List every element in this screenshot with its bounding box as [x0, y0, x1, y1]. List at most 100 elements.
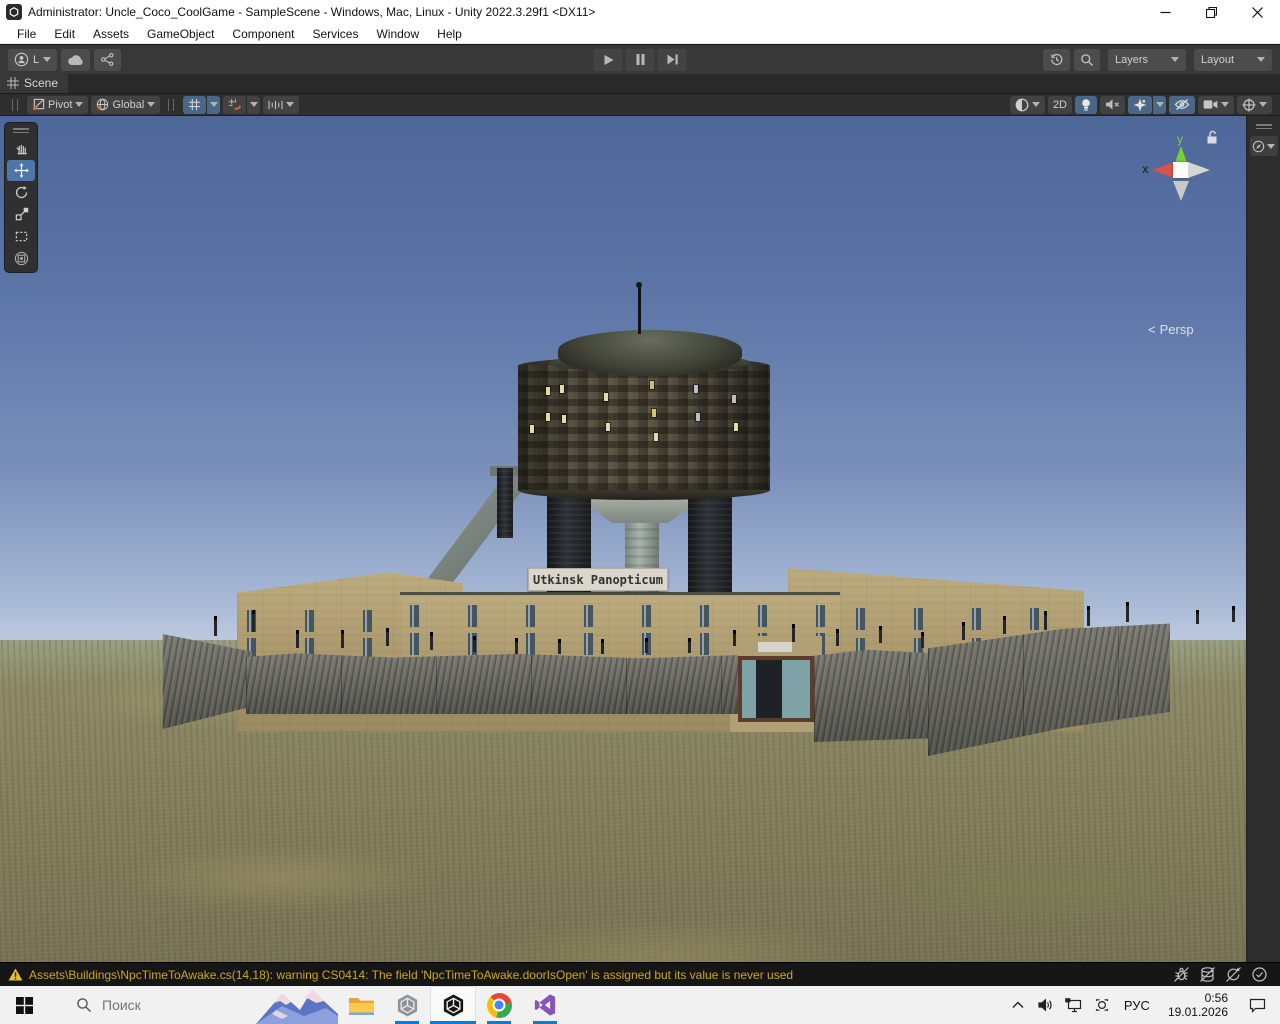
- windows-taskbar: РУС 0:56 19.01.2026: [0, 986, 1280, 1024]
- chevron-down-icon: [1267, 143, 1275, 149]
- cloud-button[interactable]: [61, 48, 91, 71]
- pivot-mode-button[interactable]: Pivot: [27, 95, 89, 114]
- minimize-button[interactable]: [1142, 0, 1188, 24]
- overlay-strip-handle[interactable]: [1255, 124, 1272, 129]
- taskbar-unity-editor[interactable]: [430, 986, 476, 1024]
- language-indicator[interactable]: РУС: [1118, 998, 1156, 1013]
- restore-button[interactable]: [1188, 0, 1234, 24]
- chevron-up-icon: [1012, 1001, 1024, 1008]
- step-button[interactable]: [657, 48, 687, 71]
- transform-tool-button[interactable]: [7, 248, 35, 269]
- scene-viewport[interactable]: Utkinsk Panopticum y x < Persp: [0, 116, 1280, 962]
- taskbar-unity-hub[interactable]: [384, 986, 430, 1024]
- axis-z-cone[interactable]: [1188, 162, 1210, 178]
- menu-help[interactable]: Help: [428, 24, 471, 44]
- status-bar[interactable]: Assets\Buildings\NpcTimeToAwake.cs(14,18…: [0, 962, 1280, 986]
- widgets-button[interactable]: [256, 986, 338, 1024]
- action-center-button[interactable]: [1240, 986, 1274, 1024]
- taskbar-file-explorer[interactable]: [338, 986, 384, 1024]
- tool-strip-handle[interactable]: [13, 128, 29, 133]
- account-button[interactable]: L: [8, 48, 58, 71]
- light-bulb-icon: [1082, 98, 1090, 111]
- gizmos-dropdown[interactable]: [1237, 95, 1272, 114]
- 2d-toggle[interactable]: 2D: [1047, 95, 1072, 114]
- shading-mode-dropdown[interactable]: [1009, 95, 1045, 114]
- speaker-icon: [1038, 998, 1052, 1012]
- search-button[interactable]: [1074, 48, 1100, 71]
- gizmo-center-cube[interactable]: [1173, 162, 1189, 178]
- grid-visibility-toggle[interactable]: [183, 95, 207, 114]
- file-explorer-icon: [349, 997, 374, 1015]
- taskbar-search[interactable]: [48, 986, 256, 1024]
- collab-button[interactable]: [94, 48, 122, 71]
- scene-lighting-toggle[interactable]: [1075, 95, 1097, 114]
- window-title: Administrator: Uncle_Coco_CoolGame - Sam…: [28, 5, 596, 19]
- console-warning-message[interactable]: Assets\Buildings\NpcTimeToAwake.cs(14,18…: [29, 968, 793, 982]
- taskbar-search-input[interactable]: [102, 997, 242, 1013]
- tower-cap: [558, 330, 742, 376]
- screen-record-button[interactable]: [1090, 986, 1114, 1024]
- undo-history-button[interactable]: [1043, 48, 1070, 71]
- play-icon: [604, 54, 613, 65]
- rect-tool-button[interactable]: [7, 226, 35, 247]
- layers-dropdown[interactable]: Layers: [1108, 48, 1186, 71]
- lamp-post: [1003, 616, 1006, 634]
- lamp-post: [1044, 611, 1047, 630]
- move-tool-button[interactable]: [7, 160, 35, 181]
- debugger-detached-icon[interactable]: [1173, 966, 1190, 983]
- cache-server-disconnected-icon[interactable]: [1199, 966, 1216, 983]
- overlay-handle[interactable]: [168, 98, 175, 111]
- lamp-post: [879, 626, 882, 643]
- tray-expand-button[interactable]: [1006, 986, 1030, 1024]
- menu-window[interactable]: Window: [367, 24, 428, 44]
- snap-menu[interactable]: [247, 95, 261, 114]
- lamp-post: [921, 632, 924, 648]
- lamp-post: [296, 630, 299, 648]
- network-button[interactable]: [1062, 986, 1086, 1024]
- axis-x-cone[interactable]: [1152, 162, 1174, 178]
- orientation-gizmo[interactable]: y x < Persp: [1130, 126, 1240, 356]
- overlay-handle[interactable]: [12, 98, 18, 111]
- taskbar-visual-studio[interactable]: [522, 986, 568, 1024]
- global-mode-button[interactable]: Global: [91, 95, 161, 114]
- menu-services[interactable]: Services: [303, 24, 367, 44]
- snap-toggle[interactable]: [223, 95, 247, 114]
- clock[interactable]: 0:56 19.01.2026: [1160, 991, 1236, 1019]
- tab-scene[interactable]: Scene: [0, 73, 69, 93]
- gizmos-icon: [1242, 98, 1256, 111]
- menu-file[interactable]: File: [8, 24, 45, 44]
- unity-hub-icon: [397, 993, 417, 1017]
- hand-icon: [16, 144, 27, 155]
- menu-bar: File Edit Assets GameObject Component Se…: [0, 24, 1280, 44]
- activity-check-icon[interactable]: [1251, 966, 1268, 983]
- close-button[interactable]: [1234, 0, 1280, 24]
- snap-increment-button[interactable]: [263, 95, 300, 114]
- play-button[interactable]: [593, 48, 623, 71]
- volume-button[interactable]: [1034, 986, 1058, 1024]
- layout-dropdown[interactable]: Layout: [1194, 48, 1272, 71]
- scale-tool-button[interactable]: [7, 204, 35, 225]
- effects-menu[interactable]: [1153, 95, 1166, 114]
- title-bar[interactable]: Administrator: Uncle_Coco_CoolGame - Sam…: [0, 0, 1280, 24]
- projection-mode[interactable]: < Persp: [1148, 322, 1194, 337]
- axis-neg-y-cone[interactable]: [1173, 181, 1189, 201]
- refresh-paused-icon[interactable]: [1225, 966, 1242, 983]
- scene-visibility-toggle[interactable]: [1169, 95, 1195, 114]
- effects-toggle[interactable]: [1128, 95, 1152, 114]
- menu-component[interactable]: Component: [223, 24, 303, 44]
- lamp-post: [214, 616, 217, 636]
- view-options-button[interactable]: [1249, 136, 1278, 156]
- hand-tool-button[interactable]: [7, 138, 35, 159]
- taskbar-chrome[interactable]: [476, 986, 522, 1024]
- menu-gameobject[interactable]: GameObject: [138, 24, 223, 44]
- pause-button[interactable]: [625, 48, 655, 71]
- axis-lock-icon[interactable]: [1206, 130, 1219, 145]
- menu-assets[interactable]: Assets: [84, 24, 138, 44]
- grid-visibility-menu[interactable]: [207, 95, 221, 114]
- start-button[interactable]: [0, 986, 48, 1024]
- rotate-tool-button[interactable]: [7, 182, 35, 203]
- chevron-down-icon: [286, 102, 295, 107]
- camera-settings-dropdown[interactable]: [1198, 95, 1234, 114]
- menu-edit[interactable]: Edit: [45, 24, 84, 44]
- audio-toggle[interactable]: [1100, 95, 1125, 114]
